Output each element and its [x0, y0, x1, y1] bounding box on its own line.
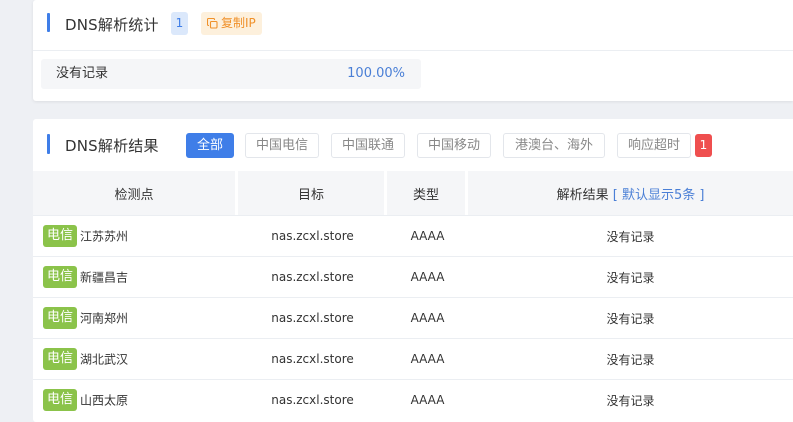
filter-all[interactable]: 全部 — [186, 133, 234, 158]
filter-china-mobile[interactable]: 中国移动 — [417, 133, 491, 158]
dns-stats-title: DNS解析统计 — [65, 16, 159, 34]
table-row: 电信 河南郑州 nas.zcxl.store AAAA 没有记录 — [33, 297, 793, 338]
isp-badge: 电信 — [43, 266, 78, 288]
copy-icon — [207, 18, 218, 29]
col-result: 解析结果 [ 默认显示5条 ] — [468, 171, 793, 215]
type-cell: AAAA — [387, 297, 468, 338]
table-row: 电信 江苏苏州 nas.zcxl.store AAAA 没有记录 — [33, 215, 793, 256]
dns-results-header: DNS解析结果 全部 中国电信 中国联通 中国移动 港澳台、海外 响应超时 1 — [33, 119, 793, 171]
stat-row: 没有记录 100.00% — [41, 59, 421, 89]
col-target: 目标 — [238, 171, 387, 215]
target-cell: nas.zcxl.store — [238, 338, 387, 379]
type-cell: AAAA — [387, 256, 468, 297]
target-cell: nas.zcxl.store — [238, 297, 387, 338]
location-cell: 电信 山西太原 — [33, 379, 238, 420]
target-cell: nas.zcxl.store — [238, 215, 387, 256]
target-cell: nas.zcxl.store — [238, 379, 387, 420]
copy-ip-button[interactable]: 复制IP — [201, 12, 262, 35]
stat-percentage: 100.00% — [347, 66, 405, 81]
copy-ip-label: 复制IP — [221, 16, 256, 30]
city-label: 山西太原 — [80, 393, 129, 408]
filter-hk-macau-tw-overseas[interactable]: 港澳台、海外 — [503, 133, 605, 158]
target-cell: nas.zcxl.store — [238, 256, 387, 297]
stats-count-badge: 1 — [171, 12, 188, 35]
stat-label: 没有记录 — [56, 66, 109, 81]
city-label: 湖北武汉 — [80, 352, 129, 367]
dns-stats-card: DNS解析统计 1 复制IP 没有记录 100.00% — [33, 0, 793, 101]
dns-stats-header: DNS解析统计 1 复制IP — [33, 0, 793, 51]
type-cell: AAAA — [387, 215, 468, 256]
result-cell: 没有记录 — [468, 379, 793, 420]
isp-badge: 电信 — [43, 307, 78, 329]
location-cell: 电信 江苏苏州 — [33, 215, 238, 256]
table-row: 电信 湖北武汉 nas.zcxl.store AAAA 没有记录 — [33, 338, 793, 379]
result-cell: 没有记录 — [468, 338, 793, 379]
type-cell: AAAA — [387, 379, 468, 420]
isp-badge: 电信 — [43, 348, 78, 370]
table-header-row: 检测点 目标 类型 解析结果 [ 默认显示5条 ] — [33, 171, 793, 215]
section-accent-bar — [47, 13, 50, 32]
table-row: 电信 新疆昌吉 nas.zcxl.store AAAA 没有记录 — [33, 256, 793, 297]
isp-badge: 电信 — [43, 389, 78, 411]
filter-timeout[interactable]: 响应超时 — [617, 133, 691, 158]
filter-china-telecom[interactable]: 中国电信 — [245, 133, 319, 158]
city-label: 新疆昌吉 — [80, 270, 129, 285]
table-row: 电信 山西太原 nas.zcxl.store AAAA 没有记录 — [33, 379, 793, 420]
dns-results-table: 检测点 目标 类型 解析结果 [ 默认显示5条 ] 电信 江苏苏州 nas.zcx… — [33, 171, 793, 420]
result-cell: 没有记录 — [468, 215, 793, 256]
isp-badge: 电信 — [43, 225, 78, 247]
type-cell: AAAA — [387, 338, 468, 379]
result-hint[interactable]: 默认显示5条 — [622, 188, 695, 203]
dns-results-title: DNS解析结果 — [65, 137, 159, 155]
timeout-count-badge: 1 — [695, 134, 712, 157]
result-cell: 没有记录 — [468, 297, 793, 338]
dns-results-card: DNS解析结果 全部 中国电信 中国联通 中国移动 港澳台、海外 响应超时 1 … — [33, 119, 793, 422]
filter-china-unicom[interactable]: 中国联通 — [331, 133, 405, 158]
city-label: 河南郑州 — [80, 311, 129, 326]
location-cell: 电信 河南郑州 — [33, 297, 238, 338]
col-type: 类型 — [387, 171, 468, 215]
result-hint-close: ] — [699, 187, 705, 203]
result-hint-open: [ — [612, 187, 618, 203]
location-cell: 电信 湖北武汉 — [33, 338, 238, 379]
section-accent-bar — [47, 134, 50, 154]
col-result-label: 解析结果 — [556, 187, 609, 203]
col-location: 检测点 — [33, 171, 238, 215]
location-cell: 电信 新疆昌吉 — [33, 256, 238, 297]
result-cell: 没有记录 — [468, 256, 793, 297]
city-label: 江苏苏州 — [80, 229, 129, 244]
